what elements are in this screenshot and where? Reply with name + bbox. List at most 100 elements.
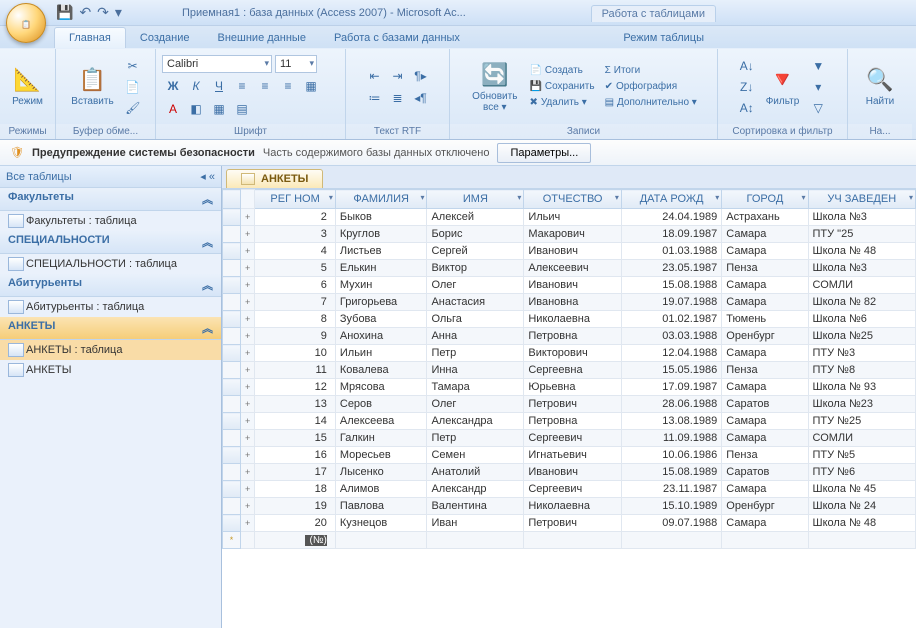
cell[interactable]: 18.09.1987 xyxy=(621,226,721,243)
cell[interactable]: Ивановна xyxy=(524,294,622,311)
expand-button[interactable]: + xyxy=(241,413,255,430)
row-selector[interactable] xyxy=(223,260,241,277)
expand-button[interactable]: + xyxy=(241,345,255,362)
copy-button[interactable]: 📄 xyxy=(122,77,144,97)
expand-button[interactable]: + xyxy=(241,430,255,447)
cut-button[interactable]: ✂ xyxy=(122,56,144,76)
cell[interactable]: 01.02.1987 xyxy=(621,311,721,328)
cell[interactable]: Саратов xyxy=(722,396,808,413)
cell[interactable]: 15 xyxy=(255,430,336,447)
cell[interactable]: Тамара xyxy=(427,379,524,396)
row-selector[interactable] xyxy=(223,447,241,464)
cell[interactable]: 12 xyxy=(255,379,336,396)
expand-button[interactable]: + xyxy=(241,464,255,481)
cell[interactable]: 14 xyxy=(255,413,336,430)
dropdown-icon[interactable]: ▾ xyxy=(909,193,913,202)
cell[interactable]: Школа № 93 xyxy=(808,379,915,396)
ltr-button[interactable]: ¶▸ xyxy=(410,66,432,86)
cell[interactable]: 11.09.1988 xyxy=(621,430,721,447)
font-size-combo[interactable]: 11 xyxy=(275,55,317,73)
row-selector[interactable] xyxy=(223,277,241,294)
align-right-button[interactable]: ≡ xyxy=(277,76,299,96)
increase-indent-button[interactable]: ⇥ xyxy=(387,66,409,86)
italic-button[interactable]: К xyxy=(185,76,207,96)
cell[interactable]: Ильин xyxy=(335,345,427,362)
table-row[interactable]: +18АлимовАлександрСергеевич23.11.1987Сам… xyxy=(223,481,916,498)
refresh-all-button[interactable]: 🔄 Обновитьвсе ▾ xyxy=(468,59,521,115)
gridlines-button[interactable]: ▦ xyxy=(300,76,322,96)
cell[interactable]: 17 xyxy=(255,464,336,481)
dropdown-icon[interactable]: ▾ xyxy=(329,193,333,202)
font-color-button[interactable]: A xyxy=(162,99,184,119)
new-id-cell[interactable]: (№) xyxy=(305,535,326,546)
cell[interactable]: Школа № 48 xyxy=(808,243,915,260)
cell[interactable]: Серов xyxy=(335,396,427,413)
cell[interactable]: 16 xyxy=(255,447,336,464)
more-button[interactable]: ▤Дополнительно ▾ xyxy=(603,96,699,109)
cell[interactable]: Самара xyxy=(722,243,808,260)
expand-button[interactable]: + xyxy=(241,209,255,226)
cell[interactable]: Школа №3 xyxy=(808,209,915,226)
cell[interactable]: Александр xyxy=(427,481,524,498)
cell[interactable]: 11 xyxy=(255,362,336,379)
cell[interactable]: 10.06.1986 xyxy=(621,447,721,464)
cell[interactable]: 8 xyxy=(255,311,336,328)
nav-header[interactable]: Все таблицы ◂ « xyxy=(0,166,221,188)
chevron-left-icon[interactable]: ◂ « xyxy=(200,170,215,183)
cell[interactable]: Викторович xyxy=(524,345,622,362)
cell[interactable]: Школа № 45 xyxy=(808,481,915,498)
table-row[interactable]: +13СеровОлегПетрович28.06.1988СаратовШко… xyxy=(223,396,916,413)
row-selector[interactable] xyxy=(223,413,241,430)
cell[interactable]: Петрович xyxy=(524,396,622,413)
cell[interactable]: Школа №3 xyxy=(808,260,915,277)
cell[interactable]: Иван xyxy=(427,515,524,532)
expand-button[interactable]: + xyxy=(241,379,255,396)
expand-button[interactable]: + xyxy=(241,277,255,294)
cell[interactable]: Петровна xyxy=(524,328,622,345)
cell[interactable]: Пенза xyxy=(722,260,808,277)
nav-section[interactable]: Абитурьенты︽ xyxy=(0,274,221,297)
tab-datasheet[interactable]: Режим таблицы xyxy=(611,28,716,48)
row-selector[interactable] xyxy=(223,362,241,379)
select-all-cell[interactable] xyxy=(223,190,241,209)
cell[interactable]: Валентина xyxy=(427,498,524,515)
cell[interactable]: Самара xyxy=(722,515,808,532)
selection-filter-button[interactable]: ▼ xyxy=(807,56,829,76)
nav-section[interactable]: Факультеты︽ xyxy=(0,188,221,211)
cell[interactable]: 6 xyxy=(255,277,336,294)
row-selector[interactable] xyxy=(223,379,241,396)
nav-section[interactable]: АНКЕТЫ︽ xyxy=(0,317,221,340)
cell[interactable]: Листьев xyxy=(335,243,427,260)
cell[interactable]: Самара xyxy=(722,413,808,430)
row-selector[interactable] xyxy=(223,464,241,481)
dropdown-icon[interactable]: ▾ xyxy=(517,193,521,202)
table-row[interactable]: +20КузнецовИванПетрович09.07.1988СамараШ… xyxy=(223,515,916,532)
cell[interactable]: Тюмень xyxy=(722,311,808,328)
cell[interactable]: Виктор xyxy=(427,260,524,277)
nav-item[interactable]: Абитурьенты : таблица xyxy=(0,297,221,317)
cell[interactable]: Игнатьевич xyxy=(524,447,622,464)
cell[interactable]: Петр xyxy=(427,430,524,447)
cell[interactable]: Павлова xyxy=(335,498,427,515)
cell[interactable]: Олег xyxy=(427,396,524,413)
save-record-button[interactable]: 💾Сохранить xyxy=(527,80,596,93)
cell[interactable]: Сергеевич xyxy=(524,481,622,498)
cell[interactable]: Анна xyxy=(427,328,524,345)
cell[interactable]: 09.07.1988 xyxy=(621,515,721,532)
expand-button[interactable]: + xyxy=(241,481,255,498)
cell[interactable]: 15.10.1989 xyxy=(621,498,721,515)
align-center-button[interactable]: ≡ xyxy=(254,76,276,96)
cell[interactable]: Круглов xyxy=(335,226,427,243)
fill-color-button[interactable]: ◧ xyxy=(185,99,207,119)
font-name-combo[interactable]: Calibri xyxy=(162,55,272,73)
expand-button[interactable]: + xyxy=(241,311,255,328)
table-row[interactable]: +15ГалкинПетрСергеевич11.09.1988СамараСО… xyxy=(223,430,916,447)
cell[interactable]: 20 xyxy=(255,515,336,532)
dropdown-icon[interactable]: ▾ xyxy=(802,193,806,202)
cell[interactable]: Анохина xyxy=(335,328,427,345)
cell[interactable]: Макарович xyxy=(524,226,622,243)
expand-button[interactable]: + xyxy=(241,243,255,260)
column-header[interactable]: ИМЯ▾ xyxy=(427,190,524,209)
row-selector[interactable] xyxy=(223,311,241,328)
alt-fill-button[interactable]: ▦ xyxy=(208,99,230,119)
